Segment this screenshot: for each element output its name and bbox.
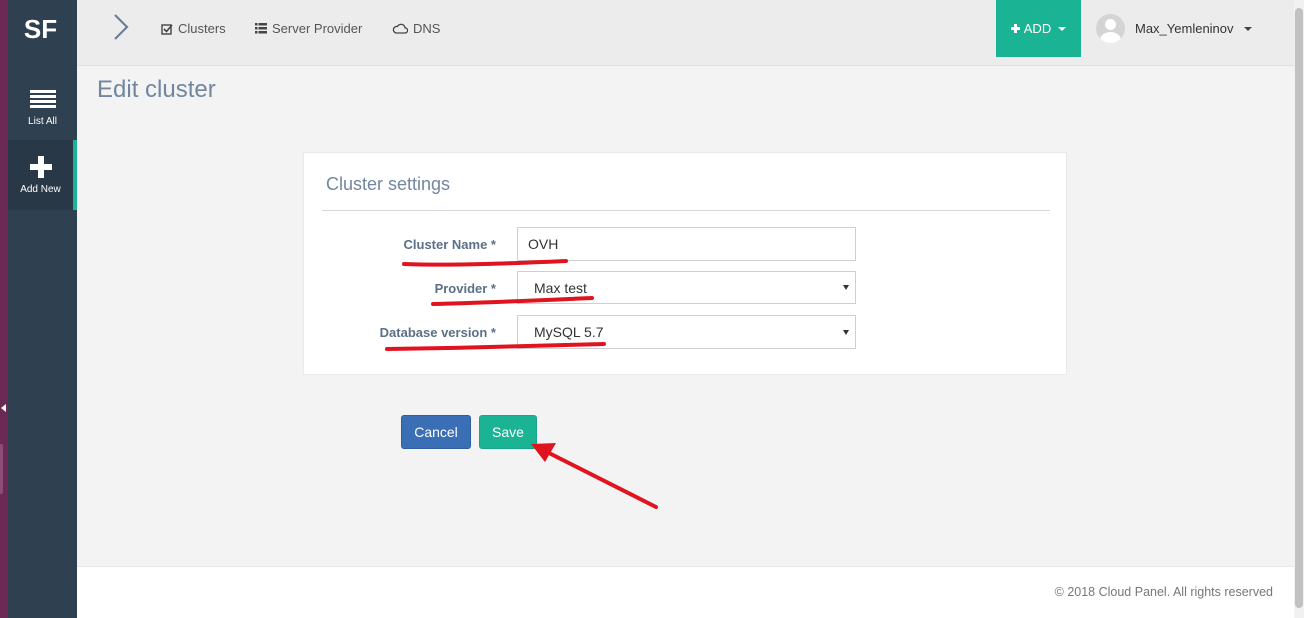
avatar xyxy=(1096,14,1125,43)
cluster-settings-panel: Cluster settings Cluster Name * OVH Prov… xyxy=(303,152,1067,375)
sidebar-item-list-all[interactable]: List All xyxy=(8,74,77,140)
nav-link-label: Server Provider xyxy=(272,21,363,36)
select-arrow-icon xyxy=(843,329,849,335)
user-menu[interactable]: Max_Yemleninov xyxy=(1096,14,1252,43)
cluster-name-label: Cluster Name * xyxy=(403,237,496,252)
sidebar-item-label: Add New xyxy=(20,183,61,195)
list-icon xyxy=(29,88,56,110)
cloud-icon xyxy=(392,23,408,34)
app-logo[interactable]: SF xyxy=(8,0,77,58)
provider-label: Provider * xyxy=(434,281,496,296)
database-version-label: Database version * xyxy=(379,325,496,340)
chevron-right-icon[interactable] xyxy=(112,13,130,41)
provider-value: Max test xyxy=(534,279,587,296)
scrollbar[interactable] xyxy=(1294,0,1304,618)
cluster-name-value: OVH xyxy=(528,236,559,252)
panel-title: Cluster settings xyxy=(326,174,451,194)
scrollbar-thumb[interactable] xyxy=(1295,8,1303,608)
annotation-arrow-line xyxy=(545,450,658,509)
select-arrow-icon xyxy=(843,285,849,290)
list-icon xyxy=(255,23,267,34)
provider-select[interactable]: Max test xyxy=(517,271,856,304)
footer: © 2018 Cloud Panel. All rights reserved xyxy=(77,566,1294,618)
edge-tab xyxy=(0,444,3,494)
window-edge xyxy=(0,0,8,618)
user-name: Max_Yemleninov xyxy=(1135,21,1234,36)
plus-icon xyxy=(1010,24,1020,33)
save-button[interactable]: Save xyxy=(479,415,537,449)
sidebar-item-add-new[interactable]: Add New xyxy=(8,140,77,210)
add-dropdown-button[interactable]: ADD xyxy=(996,0,1081,57)
nav-link-label: DNS xyxy=(413,21,441,36)
collapse-arrow-icon[interactable] xyxy=(1,404,6,412)
sidebar-item-label: List All xyxy=(28,115,57,127)
footer-copyright: © 2018 Cloud Panel. All rights reserved xyxy=(1054,585,1273,599)
sidebar: SF List All Add New xyxy=(8,0,77,618)
top-navbar: Clusters Server Provider DNS ADD Max_Yem… xyxy=(77,0,1294,66)
database-version-value: MySQL 5.7 xyxy=(534,324,604,340)
page-title: Edit cluster xyxy=(97,76,216,103)
nav-link-clusters[interactable]: Clusters xyxy=(161,21,226,36)
caret-down-icon xyxy=(1243,26,1252,31)
caret-down-icon xyxy=(1058,26,1067,31)
nav-link-server-provider[interactable]: Server Provider xyxy=(255,21,362,36)
database-version-select[interactable]: MySQL 5.7 xyxy=(517,315,856,349)
check-square-icon xyxy=(161,23,173,35)
nav-link-dns[interactable]: DNS xyxy=(392,21,440,36)
cancel-button[interactable]: Cancel xyxy=(401,415,471,449)
add-button-label: ADD xyxy=(1023,21,1052,36)
cluster-name-input[interactable]: OVH xyxy=(517,227,856,261)
panel-divider xyxy=(322,210,1050,211)
plus-icon xyxy=(29,155,52,178)
nav-link-label: Clusters xyxy=(178,21,226,36)
